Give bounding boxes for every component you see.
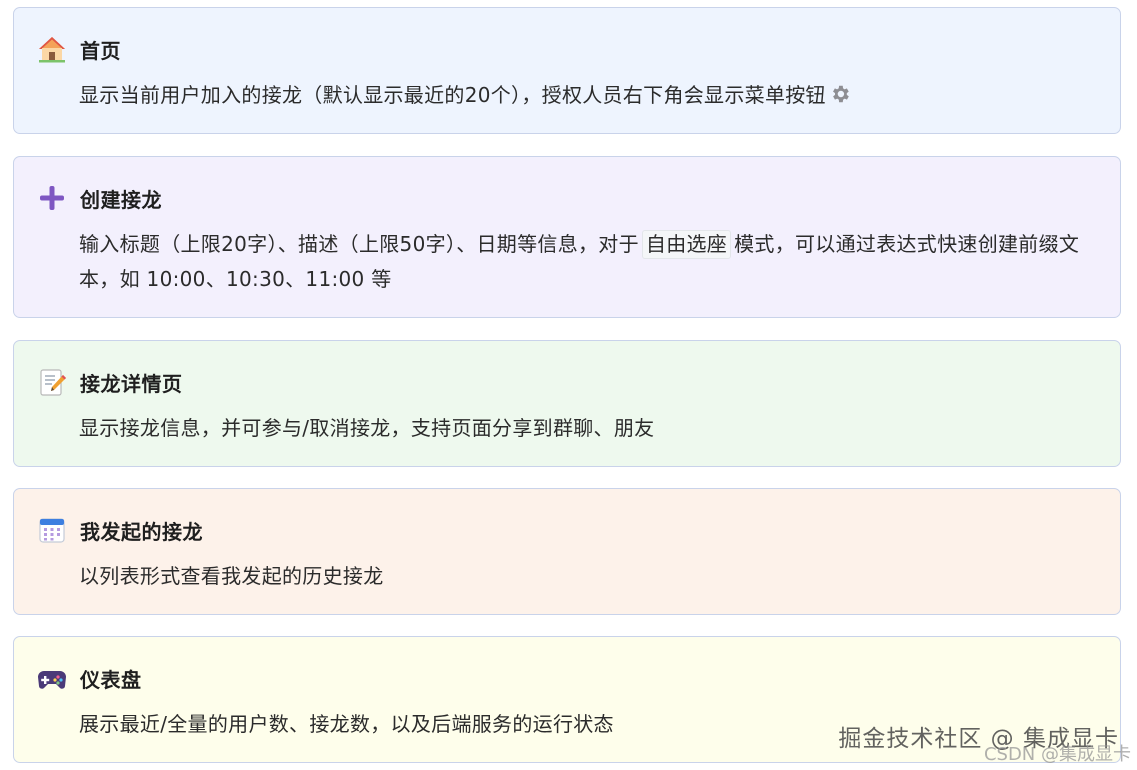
card-title: 接龙详情页 bbox=[80, 371, 183, 396]
gamepad-icon bbox=[36, 662, 68, 694]
card-title: 仪表盘 bbox=[80, 667, 142, 692]
feature-card-detail: 接龙详情页 显示接龙信息，并可参与/取消接龙，支持页面分享到群聊、朋友 bbox=[13, 340, 1121, 467]
memo-icon bbox=[36, 366, 68, 398]
house-icon bbox=[36, 33, 68, 65]
card-title: 首页 bbox=[80, 38, 121, 63]
card-header: 创建接龙 bbox=[36, 181, 162, 215]
card-header: 接龙详情页 bbox=[36, 365, 183, 399]
feature-list-page: 首页 显示当前用户加入的接龙（默认显示最近的20个），授权人员右下角会显示菜单按… bbox=[0, 0, 1137, 770]
feature-card-create: 创建接龙 输入标题（上限20字）、描述（上限50字）、日期等信息，对于 自由选座模… bbox=[13, 156, 1121, 318]
inline-code: 自由选座 bbox=[641, 230, 732, 259]
description-text: 显示接龙信息，并可参与/取消接龙，支持页面分享到群聊、朋友 bbox=[79, 416, 655, 440]
calendar-icon bbox=[36, 514, 68, 546]
feature-card-home: 首页 显示当前用户加入的接龙（默认显示最近的20个），授权人员右下角会显示菜单按… bbox=[13, 7, 1121, 134]
card-header: 首页 bbox=[36, 32, 121, 66]
gear-icon bbox=[829, 81, 851, 116]
card-header: 我发起的接龙 bbox=[36, 513, 203, 547]
card-description: 显示当前用户加入的接龙（默认显示最近的20个），授权人员右下角会显示菜单按钮 bbox=[79, 78, 1096, 116]
card-header: 仪表盘 bbox=[36, 661, 142, 695]
description-text: 输入标题（上限20字）、描述（上限50字）、日期等信息，对于 bbox=[79, 232, 639, 256]
card-title: 我发起的接龙 bbox=[80, 519, 203, 544]
description-text: 以列表形式查看我发起的历史接龙 bbox=[79, 564, 384, 588]
plus-icon bbox=[36, 182, 68, 214]
card-description: 以列表形式查看我发起的历史接龙 bbox=[79, 559, 1096, 594]
description-text: 展示最近/全量的用户数、接龙数，以及后端服务的运行状态 bbox=[79, 712, 614, 736]
feature-card-my-initiated: 我发起的接龙 以列表形式查看我发起的历史接龙 bbox=[13, 488, 1121, 615]
card-title: 创建接龙 bbox=[80, 187, 162, 212]
watermark-csdn: CSDN @集成显卡 bbox=[983, 744, 1131, 765]
description-text: 显示当前用户加入的接龙（默认显示最近的20个），授权人员右下角会显示菜单按钮 bbox=[79, 83, 826, 107]
card-description: 输入标题（上限20字）、描述（上限50字）、日期等信息，对于 自由选座 模式，可以通… bbox=[79, 227, 1096, 297]
card-description: 显示接龙信息，并可参与/取消接龙，支持页面分享到群聊、朋友 bbox=[79, 411, 1096, 446]
